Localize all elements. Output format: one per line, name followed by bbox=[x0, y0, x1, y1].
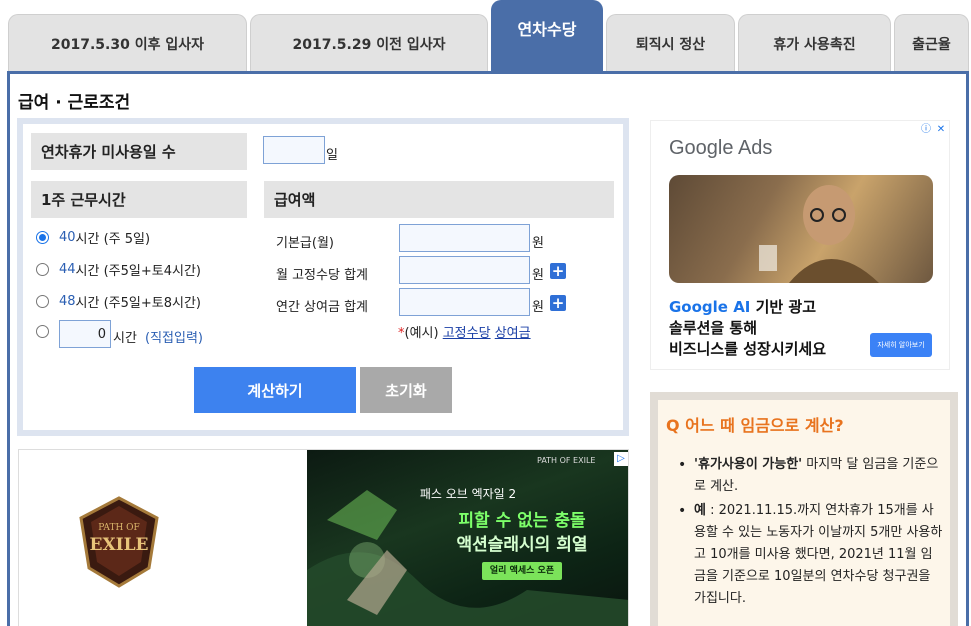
list-item: '휴가사용이 가능한' 마지막 달 임금을 기준으로 계산. bbox=[676, 454, 944, 498]
game-ad[interactable]: PATH OF EXILE PATH OF EXILE 패스 오브 엑자일 2 … bbox=[18, 449, 629, 626]
base-pay-label: 기본급(월) bbox=[276, 236, 334, 251]
tab-attendance-rate[interactable]: 출근율 bbox=[894, 14, 969, 72]
tab-after-2017-5-30[interactable]: 2017.5.30 이후 입사자 bbox=[8, 14, 247, 72]
radio-icon[interactable] bbox=[36, 231, 49, 244]
faq-title: Q 어느 때 임금으로 계산? bbox=[666, 416, 844, 435]
won-unit: 원 bbox=[532, 300, 544, 315]
game-cta-button[interactable]: 얼리 액세스 오픈 bbox=[482, 562, 562, 580]
plus-icon[interactable]: + bbox=[550, 263, 566, 279]
hours-number: 40 bbox=[59, 230, 76, 245]
won-unit: 원 bbox=[532, 236, 544, 251]
plus-icon[interactable]: + bbox=[550, 295, 566, 311]
info-icon[interactable]: ⓘ bbox=[919, 123, 933, 137]
close-icon[interactable]: ✕ bbox=[934, 123, 948, 137]
bonus-example-link[interactable]: 상여금 bbox=[495, 326, 531, 341]
salary-label: 급여액 bbox=[264, 181, 614, 218]
faq-list: '휴가사용이 가능한' 마지막 달 임금을 기준으로 계산. 예 : 2021.… bbox=[676, 454, 944, 612]
unused-leave-input[interactable] bbox=[263, 136, 325, 164]
example-links: *(예시) 고정수당 상여금 bbox=[398, 326, 531, 341]
custom-hours-desc: (직접입력) bbox=[145, 331, 203, 346]
custom-hours-unit: 시간 bbox=[113, 331, 137, 346]
annual-bonus-label: 연간 상여금 합계 bbox=[276, 300, 368, 315]
svg-text:EXILE: EXILE bbox=[89, 535, 148, 555]
base-pay-input[interactable] bbox=[399, 224, 530, 252]
radio-icon[interactable] bbox=[36, 263, 49, 276]
faq-box: Q 어느 때 임금으로 계산? '휴가사용이 가능한' 마지막 달 임금을 기준… bbox=[650, 392, 958, 626]
unused-leave-label: 연차휴가 미사용일 수 bbox=[31, 133, 247, 170]
fixed-allowance-label: 월 고정수당 합계 bbox=[276, 268, 368, 283]
game-banner[interactable]: PATH OF EXILE 패스 오브 엑자일 2 피할 수 없는 충돌 액션슬… bbox=[307, 450, 628, 626]
hours-number: 44 bbox=[59, 262, 76, 277]
calculate-button[interactable]: 계산하기 bbox=[194, 367, 356, 413]
unused-leave-unit: 일 bbox=[326, 148, 338, 163]
fixed-allowance-input[interactable] bbox=[399, 256, 530, 284]
svg-text:PATH OF: PATH OF bbox=[98, 523, 140, 533]
radio-icon[interactable] bbox=[36, 295, 49, 308]
ad-headline: Google AI 기반 광고 솔루션을 통해 비즈니스를 성장시키세요 bbox=[669, 298, 827, 358]
hours-number: 48 bbox=[59, 294, 76, 309]
list-item: 예 : 2021.11.15.까지 연차휴가 15개를 사용할 수 있는 노동자… bbox=[676, 500, 944, 610]
learn-more-button[interactable]: 자세히 알아보기 bbox=[870, 333, 932, 357]
hours-option-44[interactable]: 44 시간 (주5일+토4시간) bbox=[36, 260, 201, 279]
google-ads-logo: Google Ads bbox=[669, 137, 773, 159]
fixed-allowance-example-link[interactable]: 고정수당 bbox=[443, 326, 491, 341]
section-title: 급여 · 근로조건 bbox=[18, 93, 131, 113]
close-icon[interactable]: ✕ bbox=[628, 452, 629, 466]
tab-bar: 2017.5.30 이후 입사자 2017.5.29 이전 입사자 연차수당 퇴… bbox=[0, 0, 971, 72]
tab-leave-promotion[interactable]: 휴가 사용촉진 bbox=[738, 14, 891, 72]
tab-retirement-settlement[interactable]: 퇴직시 정산 bbox=[606, 14, 735, 72]
reset-button[interactable]: 초기화 bbox=[360, 367, 452, 413]
path-of-exile-logo: PATH OF EXILE bbox=[79, 496, 159, 588]
won-unit: 원 bbox=[532, 268, 544, 283]
ad-choices-icon[interactable]: ▷ bbox=[614, 452, 628, 466]
hours-option-40[interactable]: 40 시간 (주 5일) bbox=[36, 228, 150, 247]
annual-bonus-input[interactable] bbox=[399, 288, 530, 316]
custom-hours-input[interactable] bbox=[59, 320, 111, 348]
tab-annual-leave-pay[interactable]: 연차수당 bbox=[491, 0, 603, 72]
custom-hours-radio[interactable] bbox=[36, 325, 49, 338]
google-ads-banner[interactable]: Google Ads ⓘ ✕ Google AI 기반 광고 솔루션을 통해 비… bbox=[650, 120, 950, 370]
weekly-hours-label: 1주 근무시간 bbox=[31, 181, 247, 218]
ad-photo bbox=[669, 175, 933, 283]
hours-option-48[interactable]: 48 시간 (주5일+토8시간) bbox=[36, 292, 201, 311]
tab-before-2017-5-29[interactable]: 2017.5.29 이전 입사자 bbox=[250, 14, 488, 72]
